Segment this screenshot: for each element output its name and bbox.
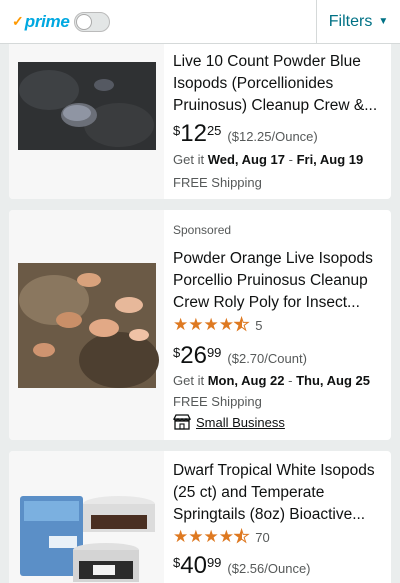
product-title[interactable]: Powder Orange Live Isopods Porcellio Pru… — [173, 248, 383, 314]
unit-price: ($12.25/Ounce) — [227, 129, 318, 144]
small-business-label: Small Business — [196, 414, 285, 430]
product-image[interactable] — [9, 30, 164, 199]
delivery-end: Fri, Aug 19 — [296, 152, 364, 167]
price: $ 26 99 ($2.70/Count) — [173, 342, 307, 370]
review-count[interactable]: 5 — [255, 318, 262, 333]
shipping-info: FREE Shipping — [173, 175, 262, 190]
review-count[interactable]: 70 — [255, 530, 269, 545]
star-icon: ★ — [188, 527, 204, 546]
price-fraction: 99 — [206, 555, 222, 570]
star-icon: ★ — [188, 315, 204, 334]
half-star-icon: ★ — [233, 315, 250, 334]
unit-price: ($2.70/Count) — [227, 351, 307, 366]
delivery-separator: - — [285, 152, 297, 167]
price: $ 40 99 ($2.56/Ounce) — [173, 552, 311, 580]
price: $ 12 25 ($12.25/Ounce) — [173, 120, 318, 148]
price-symbol: $ — [173, 123, 181, 138]
delivery-estimate: Get it Mon, Aug 22 - Thu, Aug 25 — [173, 373, 370, 388]
prime-toggle-switch[interactable] — [73, 11, 110, 32]
price-fraction: 25 — [206, 123, 222, 138]
delivery-estimate: Get it Wed, Aug 17 - Fri, Aug 19 — [173, 152, 363, 167]
toggle-knob — [75, 13, 92, 30]
price-whole: 40 — [180, 552, 207, 579]
product-title[interactable]: Live 10 Count Powder Blue Isopods (Porce… — [173, 51, 383, 117]
top-filter-bar: ✓ prime Filters ▼ — [0, 0, 400, 44]
star-icon: ★ — [173, 527, 189, 546]
delivery-prefix: Get it — [173, 373, 205, 388]
delivery-separator: - — [284, 373, 297, 388]
price-symbol: $ — [173, 345, 181, 360]
storefront-icon — [173, 414, 191, 430]
half-star-icon: ★ — [233, 527, 250, 546]
star-icon: ★ — [218, 315, 234, 334]
filters-label: Filters — [328, 12, 373, 30]
delivery-start: Wed, Aug 17 — [207, 152, 285, 167]
delivery-end: Thu, Aug 25 — [296, 373, 370, 388]
prime-label: prime — [24, 11, 70, 31]
prime-logo: ✓ prime — [12, 12, 70, 32]
product-image[interactable] — [9, 451, 164, 583]
product-image[interactable] — [9, 210, 164, 440]
price-fraction: 99 — [206, 345, 222, 360]
delivery-start: Mon, Aug 22 — [207, 373, 285, 388]
star-rating[interactable]: ★ ★ ★ ★ ★ 5 — [173, 315, 262, 334]
prime-toggle-group[interactable]: ✓ prime — [0, 0, 316, 44]
product-title[interactable]: Dwarf Tropical White Isopods (25 ct) and… — [173, 460, 383, 526]
result-card[interactable]: Sponsored Powder Orange Live Isopods Por… — [9, 210, 391, 440]
result-card[interactable]: Dwarf Tropical White Isopods (25 ct) and… — [9, 451, 391, 583]
shipping-info: FREE Shipping — [173, 394, 262, 409]
small-business-badge[interactable]: Small Business — [173, 414, 285, 430]
isopod-photo-icon — [18, 263, 159, 388]
filters-button[interactable]: Filters ▼ — [316, 0, 400, 44]
sponsored-label: Sponsored — [173, 223, 232, 237]
isopod-photo-icon — [18, 62, 156, 150]
unit-price: ($2.56/Ounce) — [227, 561, 311, 576]
star-icon: ★ — [203, 315, 219, 334]
price-whole: 12 — [180, 120, 207, 147]
delivery-prefix: Get it — [173, 152, 205, 167]
star-icon: ★ — [173, 315, 189, 334]
price-symbol: $ — [173, 555, 181, 570]
star-icon: ★ — [218, 527, 234, 546]
price-whole: 26 — [180, 342, 207, 369]
result-card[interactable]: Live 10 Count Powder Blue Isopods (Porce… — [9, 30, 391, 199]
prime-check-icon: ✓ — [12, 13, 24, 29]
star-icon: ★ — [203, 527, 219, 546]
chevron-down-icon: ▼ — [378, 16, 389, 27]
isopod-kit-photo-icon — [20, 496, 155, 582]
star-rating[interactable]: ★ ★ ★ ★ ★ 70 — [173, 527, 270, 546]
